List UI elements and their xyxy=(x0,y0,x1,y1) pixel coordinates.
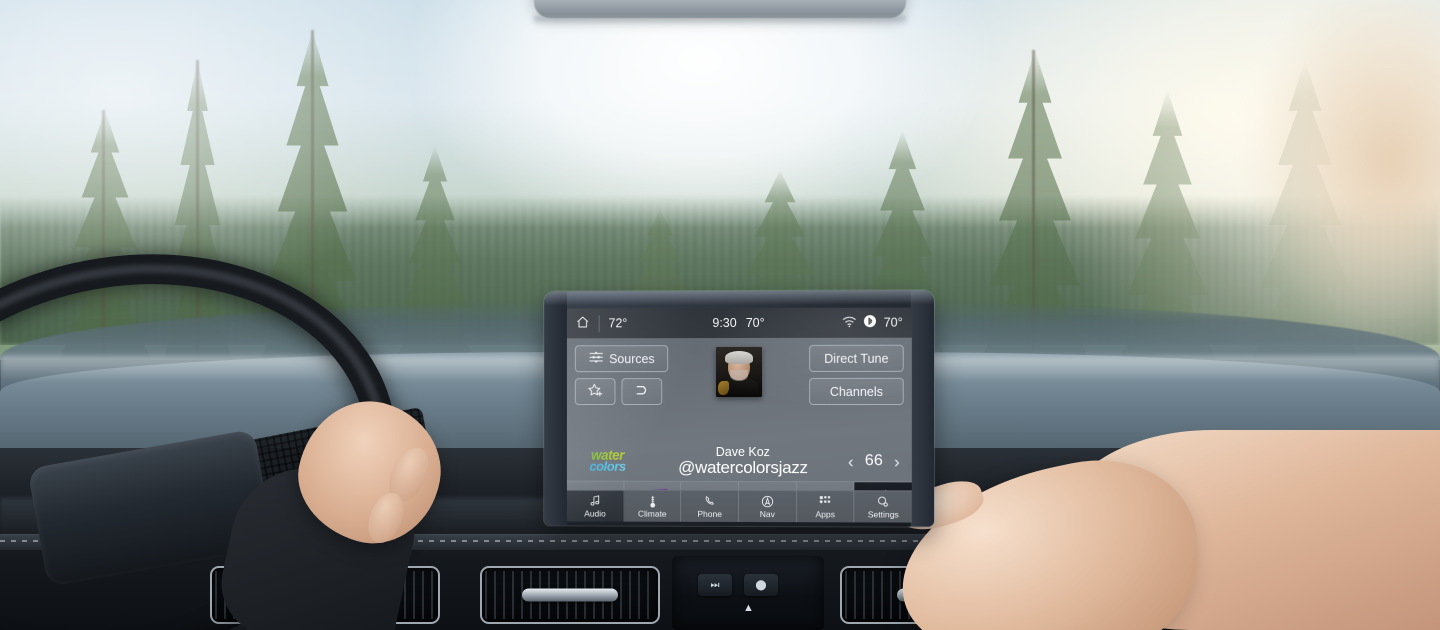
bottom-navigation: Audio Climate Phone Nav Apps Settings xyxy=(566,489,912,523)
audio-controls-area: Sources Direct Tune Channels xyxy=(567,338,912,442)
direct-tune-label: Direct Tune xyxy=(824,351,889,366)
now-playing-bar: water colors Dave Koz @watercolorsjazz ‹… xyxy=(567,441,912,482)
left-icon-buttons xyxy=(574,378,668,406)
channel-number: 66 xyxy=(864,452,883,470)
channels-label: Channels xyxy=(829,384,883,399)
add-favorite-button[interactable] xyxy=(574,378,616,406)
hazard-triangle-icon[interactable]: ▲ xyxy=(743,602,754,614)
nav-nav[interactable]: Nav xyxy=(739,491,797,523)
next-channel-button[interactable]: › xyxy=(894,452,900,471)
air-vent-center[interactable] xyxy=(480,566,660,624)
station-logo-watercolors: water colors xyxy=(577,448,639,474)
gear-icon xyxy=(877,495,890,508)
nav-label: Nav xyxy=(759,508,775,519)
home-icon[interactable] xyxy=(576,315,590,332)
nav-label: Apps xyxy=(815,508,835,519)
album-art[interactable] xyxy=(715,346,762,398)
screen-bezel-left xyxy=(544,291,567,526)
status-bar: 72° 9:30 70° 70° xyxy=(566,307,912,339)
star-add-favorite-icon xyxy=(587,383,603,401)
album-art-saxophone xyxy=(717,381,729,396)
infotainment-display[interactable]: 72° 9:30 70° 70° Sources Direct Tune Cha… xyxy=(544,290,935,527)
nav-phone[interactable]: Phone xyxy=(681,490,740,523)
center-temperature: 70° xyxy=(745,315,765,330)
navigation-compass-icon xyxy=(761,495,774,508)
album-art-beard xyxy=(729,369,748,382)
vent-knob[interactable] xyxy=(522,588,618,602)
station-handle: @watercolorsjazz xyxy=(678,457,808,477)
wifi-icon[interactable] xyxy=(842,315,856,330)
artist-name: Dave Koz xyxy=(715,444,770,459)
outside-temperature: 72° xyxy=(608,316,628,331)
screen-bezel-gloss xyxy=(544,290,935,306)
previous-channel-button[interactable]: ‹ xyxy=(848,452,854,471)
sources-label: Sources xyxy=(609,351,655,366)
left-controls: Sources xyxy=(574,345,669,441)
return-arrow-icon xyxy=(633,384,650,400)
nav-label: Phone xyxy=(697,508,722,519)
clock: 9:30 xyxy=(712,316,737,331)
sources-slider-icon xyxy=(588,350,603,367)
nav-label: Settings xyxy=(867,508,899,520)
direct-tune-button[interactable]: Direct Tune xyxy=(809,344,904,372)
thermometer-icon xyxy=(648,494,657,507)
nav-climate[interactable]: Climate xyxy=(624,490,682,522)
nav-label: Climate xyxy=(637,508,667,519)
car-interior-scene: ⏭ ⬤ ▲ 72° 9:30 70° 70° Sources Direct Tu… xyxy=(0,0,1440,630)
nav-apps[interactable]: Apps xyxy=(796,491,855,523)
phone-handset-icon xyxy=(704,494,716,507)
album-art-hair xyxy=(724,350,753,365)
bluetooth-icon[interactable] xyxy=(864,315,877,331)
nav-label: Audio xyxy=(584,508,606,519)
nav-settings[interactable]: Settings xyxy=(855,491,912,522)
aux-oval-button[interactable]: ⬤ xyxy=(744,574,778,596)
passenger-hair xyxy=(1250,0,1440,330)
now-playing-text: Dave Koz @watercolorsjazz xyxy=(648,444,838,477)
touchscreen-ui[interactable]: 72° 9:30 70° 70° Sources Direct Tune Cha… xyxy=(566,307,912,523)
nav-audio[interactable]: Audio xyxy=(566,490,625,522)
channel-stepper: ‹ 66 › xyxy=(848,452,902,471)
center-console-buttons: ⏭ ⬤ ▲ xyxy=(672,556,824,630)
mirror-shadow xyxy=(534,16,906,25)
screen-bezel-right xyxy=(910,290,935,527)
media-skip-button[interactable]: ⏭ xyxy=(698,574,732,596)
status-divider xyxy=(598,314,600,332)
channels-button[interactable]: Channels xyxy=(809,377,904,405)
cabin-temperature: 70° xyxy=(883,315,903,330)
sources-button[interactable]: Sources xyxy=(574,345,669,373)
station-logo-line2: colors xyxy=(577,459,639,474)
right-controls: Direct Tune Channels xyxy=(809,344,904,441)
music-note-icon xyxy=(590,494,601,507)
album-art-wrapper xyxy=(715,345,762,441)
back-button[interactable] xyxy=(621,378,663,406)
apps-grid-icon xyxy=(819,495,832,508)
